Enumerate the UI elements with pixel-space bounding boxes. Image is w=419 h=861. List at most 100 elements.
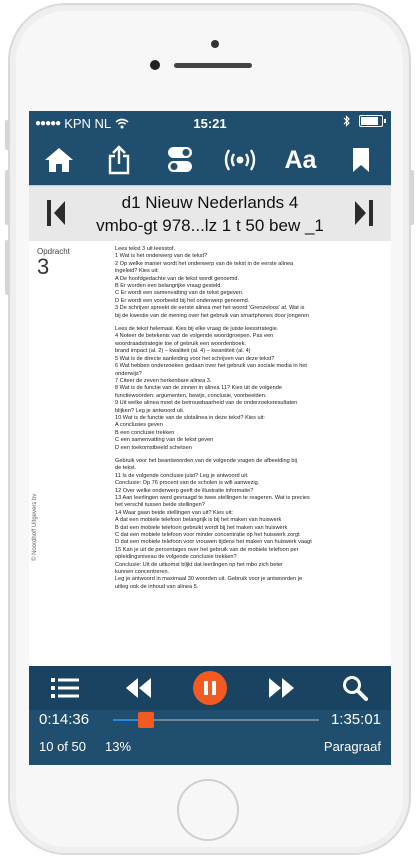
navigation-mode-button[interactable]: Paragraaf — [324, 739, 381, 754]
previous-chevron-icon[interactable] — [47, 200, 67, 226]
percent-read: 13% — [105, 739, 132, 754]
progress-slider[interactable] — [113, 712, 319, 728]
text-line: brand impact (al. 2) – kwaliteit (al. 4)… — [115, 348, 251, 355]
contents-button[interactable] — [45, 670, 85, 706]
elapsed-time: 0:14:36 — [39, 711, 90, 728]
next-chevron-icon[interactable] — [353, 200, 373, 226]
text-line: de tekst. — [115, 465, 137, 472]
search-button[interactable] — [335, 670, 375, 706]
text-line: C dat een mobiele telefoon voor minder c… — [115, 532, 300, 539]
book-title: d1 Nieuw Nederlands 4 vmbo-gt 978...lz 1… — [79, 191, 341, 237]
player-controls — [29, 666, 391, 710]
pause-icon — [203, 681, 216, 695]
text-line: B een conclusie trekken — [115, 429, 175, 436]
share-icon — [109, 145, 130, 175]
text-line: 9 Uit welke alinea moet de betrouwbaarhe… — [115, 400, 298, 407]
top-toolbar: Aa — [29, 135, 391, 185]
text-line: 13 Aan leerlingen werd gevraagd te twee … — [115, 495, 310, 501]
status-bar: ●●●●● KPN NL 15:21 — [29, 111, 391, 135]
toggle-icon — [167, 147, 192, 172]
clock: 15:21 — [193, 116, 227, 131]
title-bar: d1 Nieuw Nederlands 4 vmbo-gt 978...lz 1… — [29, 185, 391, 243]
volume-down-button — [5, 240, 9, 295]
text-line: uitleg ook de inhoud van alinea 5. — [115, 583, 199, 590]
text-line: ingeleid? Kies uit: — [115, 268, 159, 275]
font-button[interactable]: Aa — [277, 140, 323, 180]
pause-circle — [192, 671, 227, 705]
battery-icon — [359, 115, 386, 127]
assignment-number: 3 — [37, 254, 50, 279]
broadcast-icon — [224, 149, 256, 171]
text-line: blijken? Leg je antwoord uit. — [115, 407, 185, 414]
forward-button[interactable] — [262, 670, 302, 706]
page-count: 10 of 50 — [39, 739, 86, 754]
text-line: 14 Waar gaan beide stellingen van uit? K… — [115, 509, 233, 516]
front-camera — [211, 40, 219, 48]
text-line: 12 Over welke onderwerp geeft de illustr… — [115, 487, 254, 494]
power-button — [410, 170, 414, 225]
text-line: opleidingsniveau de volgende conclusie t… — [115, 554, 237, 561]
text-line: A conclusies geven — [115, 422, 163, 429]
book-title-line1: d1 Nieuw Nederlands 4 — [121, 193, 299, 212]
text-line: Lees tekst 3 uit leesstof. — [115, 246, 176, 252]
audio-button[interactable] — [217, 140, 263, 180]
bookmark-icon — [352, 148, 369, 172]
home-button[interactable] — [36, 140, 82, 180]
text-line: C een samenvatting van de tekst geven — [115, 437, 214, 444]
app-screen: ●●●●● KPN NL 15:21 Aa d1 Nieuw Nederland… — [29, 111, 391, 765]
mute-switch — [5, 120, 9, 150]
home-hardware-button[interactable] — [177, 779, 239, 841]
text-line: D dat een mobiele telefoon voor vrouwen … — [115, 539, 312, 546]
text-line: A De hoofdgedachte van de tekst wordt ge… — [115, 275, 240, 282]
document-page[interactable]: Opdracht 3 © Noordhoff Uitgevers bv Lees… — [29, 241, 391, 666]
rewind-button[interactable] — [118, 670, 158, 706]
text-line: kunnen concentreren. — [115, 569, 170, 576]
text-line: Leg je antwoord in maximaal 30 woorden u… — [115, 576, 303, 583]
rewind-icon — [125, 678, 151, 698]
text-line: D Er wordt een voorbeeld bij het onderwe… — [115, 297, 250, 304]
text-line: 6 Wat hebben onderzoeken gedaan over het… — [115, 363, 307, 370]
text-line: 8 Wat is de functie van de zinnen in ali… — [115, 385, 282, 392]
text-line: D een toekomstbeeld schetsen — [115, 444, 192, 451]
text-line: 3 De schrijver spreekt de eerste alinea … — [115, 305, 305, 312]
font-label: Aa — [284, 145, 317, 174]
text-line: 1 Wat is het onderwerp van de tekst? — [115, 253, 208, 260]
slider-knob[interactable] — [137, 712, 154, 728]
text-line: 11 Is de volgende conclusie juist? Leg j… — [115, 472, 249, 479]
text-line: C Er wordt een samenvatting van de tekst… — [115, 290, 244, 297]
bookmark-button[interactable] — [338, 140, 384, 180]
text-line: 2 Op welke manier wordt het onderwerp va… — [115, 260, 294, 267]
search-icon — [342, 676, 368, 701]
text-line: 7 Citeer de zeven herkenbare alinea 3. — [115, 377, 212, 384]
text-line: 15 Kan je uit de percentages over het ge… — [115, 546, 299, 553]
volume-up-button — [5, 170, 9, 225]
text-line: B dat een mobiele telefoon gebruikt word… — [115, 524, 288, 531]
text-line: woordraadstrategie toe of gebruik een wo… — [115, 340, 246, 347]
footer-row: 10 of 50 13% Paragraaf — [29, 739, 391, 765]
list-icon — [51, 678, 80, 698]
pause-button[interactable] — [190, 670, 230, 706]
page-text: Lees tekst 3 uit leesstof. 1 Wat is het o… — [115, 246, 383, 591]
text-line: functiewoorden: argumenten, bewijs, conc… — [115, 392, 267, 399]
text-line: onderwijs? — [115, 370, 142, 377]
bluetooth-icon — [343, 115, 350, 127]
text-line: het verschil tussen beide stellingen? — [115, 502, 205, 509]
text-line: 10 Wat is de functie van de slotalinea i… — [115, 414, 265, 421]
earpiece-speaker — [174, 63, 252, 68]
text-line: 4 Noteer de betekenis van de volgende wo… — [115, 333, 274, 340]
settings-toggle-button[interactable] — [157, 140, 203, 180]
text-line: Gebruik voor het beantwoorden van de vol… — [115, 457, 297, 464]
book-title-line2: vmbo-gt 978...lz 1 t 50 bew _1 — [96, 216, 324, 235]
total-time: 1:35:01 — [330, 711, 381, 728]
text-line: Conclusie: Uit de uitkomst blijkt dat le… — [115, 561, 283, 568]
share-button[interactable] — [96, 140, 142, 180]
text-line: A dat een mobiele telefoon belangrijk is… — [115, 517, 282, 524]
copyright-note: © Noordhoff Uitgevers bv — [32, 493, 38, 561]
text-line: B Er worden een belangrijke vraag gestel… — [115, 283, 222, 290]
text-line: Conclusie: Op 76 procent van de scholen … — [115, 480, 260, 487]
sensor — [150, 60, 160, 70]
text-line: Lees de tekst helemaal. Kies bij elke vr… — [115, 326, 279, 333]
home-icon — [45, 148, 74, 172]
fast-forward-icon — [269, 678, 295, 698]
text-line: bij de kwestie van de mening over het ge… — [115, 312, 310, 319]
